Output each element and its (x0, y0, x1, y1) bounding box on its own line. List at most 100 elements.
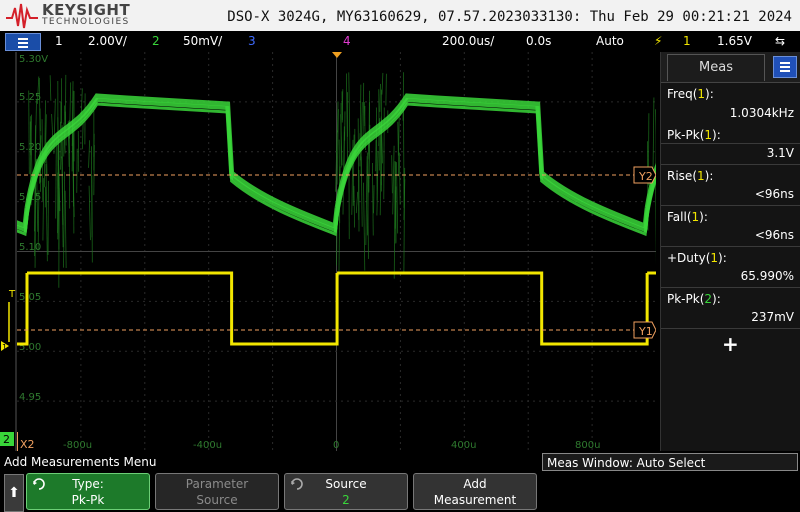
x-label-400: 400u (451, 440, 476, 451)
y-label-530: 5.30V (19, 54, 48, 65)
delay[interactable]: 0.0s (526, 34, 551, 48)
ch2-noise (49, 75, 52, 101)
ch2-noise (391, 155, 393, 194)
back-button[interactable]: ⬆ (4, 474, 24, 512)
ch2-noise (64, 190, 67, 268)
ch1-ground-marker[interactable]: 1 (2, 343, 7, 352)
brand-subtitle: TECHNOLOGIES (42, 17, 130, 27)
trigger-position-marker[interactable] (332, 52, 342, 58)
ch2-noise (28, 90, 30, 175)
ch2-noise (392, 145, 395, 215)
meas-channel: 1 (697, 169, 705, 183)
softkey-value: 2 (342, 493, 350, 507)
ch2-noise (402, 72, 404, 121)
meas-row-rise[interactable]: Rise(1): <96ns (661, 165, 800, 206)
ch1-label[interactable]: 1 (55, 34, 63, 48)
meas-window-select[interactable]: Meas Window: Auto Select (542, 453, 798, 471)
y-label-495: 4.95 (19, 392, 41, 403)
y-label-505: 5.05 (19, 292, 41, 303)
trigger-mode[interactable]: Auto (596, 34, 624, 48)
cursor-y1-label[interactable]: Y1 (638, 325, 653, 338)
title-bar: KEYSIGHT TECHNOLOGIES DSO-X 3024G, MY631… (0, 0, 800, 31)
meas-value: <96ns (754, 228, 794, 242)
meas-label: Fall (667, 210, 687, 224)
ch2-noise (375, 107, 378, 201)
softkey-add-measurement[interactable]: Add Measurement (413, 473, 537, 510)
x-label-800: 800u (575, 440, 600, 451)
meas-value: 237mV (751, 310, 794, 324)
ch2-noise (337, 101, 339, 133)
ch2-noise (360, 156, 363, 227)
softkey-label: Type: (72, 477, 104, 491)
measurement-panel: Meas Freq(1): 1.0304kHz Pk-Pk(1): 3.1V R… (660, 52, 800, 451)
meas-channel: 1 (691, 210, 700, 224)
trigger-level[interactable]: 1.65V (717, 34, 752, 48)
softkey-value: Source (196, 493, 238, 507)
ch4-label[interactable]: 4 (343, 34, 351, 48)
ch2-noise (366, 152, 369, 259)
meas-row-pkpk2[interactable]: Pk-Pk(2): 237mV (661, 288, 800, 329)
softkey-parameter-source[interactable]: Parameter Source (155, 473, 279, 510)
ch2-noise (55, 138, 57, 219)
softkey-source[interactable]: Source 2 (284, 473, 408, 510)
panel-menu-icon[interactable] (773, 56, 797, 78)
meas-label: Pk-Pk (667, 128, 700, 142)
ch2-noise (91, 146, 93, 238)
left-axis-markers: T 1 2 (0, 52, 17, 451)
ch1-trace (17, 273, 656, 344)
softkey-label: Add (463, 477, 487, 491)
channel-status-bar: 1 2.00V/ 2 50mV/ 3 4 200.0us/ 0.0s Auto … (0, 31, 800, 52)
add-measurement-icon[interactable]: + (722, 332, 739, 356)
meas-label: Rise (667, 169, 693, 183)
ch2-noise (88, 140, 90, 168)
waveform-display[interactable]: 5.30V 5.25 5.20 5.15 5.10 5.05 5.00 4.95… (17, 52, 656, 451)
meas-channel: 2 (704, 292, 713, 306)
meas-tab[interactable]: Meas (667, 54, 765, 81)
x-label-0: 0 (333, 440, 339, 451)
ch2-noise (372, 163, 374, 236)
usb-icon: ⇆ (775, 34, 786, 48)
meas-row-fall[interactable]: Fall(1): <96ns (661, 206, 800, 247)
softkey-label: Source (325, 477, 367, 491)
trigger-source[interactable]: 1 (683, 34, 691, 48)
meas-value: <96ns (754, 187, 794, 201)
meas-channel: 1 (710, 251, 719, 265)
ch2-noise (88, 185, 91, 241)
softkey-type[interactable]: Type: Pk-Pk (26, 473, 150, 510)
menu-title: Add Measurements Menu (4, 455, 157, 469)
meas-channel: 1 (697, 87, 706, 101)
ch2-noise (353, 185, 355, 228)
ch2-label[interactable]: 2 (152, 34, 160, 48)
x-label-n400: -400u (193, 440, 222, 451)
meas-label: Freq (667, 87, 693, 101)
meas-label: +Duty (667, 251, 706, 265)
ch2-noise (397, 121, 400, 177)
ch2-noise (393, 190, 396, 279)
softkey-bar: ⬆ Type: Pk-Pk Parameter Source Source 2 … (0, 472, 800, 512)
ch2-noise (365, 156, 368, 246)
trigger-level-marker[interactable]: T (8, 289, 16, 300)
meas-label: Pk-Pk (667, 292, 700, 306)
ch2-ground-marker[interactable]: 2 (3, 433, 10, 446)
ch2-noise (396, 162, 399, 234)
main-menu-icon[interactable] (5, 33, 41, 51)
ch3-label[interactable]: 3 (248, 34, 256, 48)
ch2-noise (385, 73, 387, 106)
ch2-scale[interactable]: 50mV/ (183, 34, 222, 48)
meas-value: 65.990% (740, 269, 794, 283)
timebase[interactable]: 200.0us/ (442, 34, 494, 48)
meas-row-duty[interactable]: +Duty(1): 65.990% (661, 247, 800, 288)
ch2-noise (381, 72, 384, 95)
meas-channel: 1 (704, 128, 713, 142)
cursor-x2-label[interactable]: X2 (20, 438, 35, 451)
ch2-noise (45, 163, 48, 262)
meas-value: 1.0304kHz (729, 106, 794, 120)
ch1-scale[interactable]: 2.00V/ (88, 34, 127, 48)
meas-value: 3.1V (766, 146, 794, 160)
meas-tab-bar: Meas (661, 52, 800, 83)
meas-row-pkpk1[interactable]: Pk-Pk(1): 3.1V (661, 124, 800, 165)
graticule-labels: 5.30V 5.25 5.20 5.15 5.10 5.05 5.00 4.95… (19, 54, 600, 451)
ch2-noise (379, 83, 381, 112)
softkey-label: Parameter (185, 477, 249, 491)
cursor-y2-label[interactable]: Y2 (638, 170, 653, 183)
